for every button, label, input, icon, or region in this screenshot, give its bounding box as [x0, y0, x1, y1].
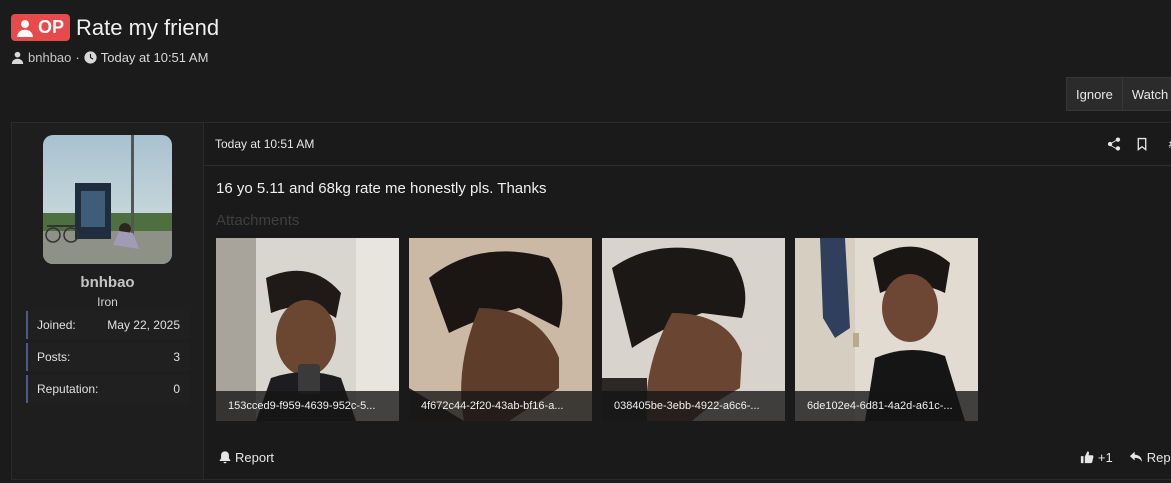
author-stats: Joined: May 22, 2025 Posts: 3 Reputation… — [26, 311, 190, 407]
post: bnhbao Iron Joined: May 22, 2025 Posts: … — [11, 122, 1171, 480]
user-icon — [11, 51, 24, 64]
post-footer: Report +1 Reply — [204, 445, 1171, 469]
post-date[interactable]: Today at 10:51 AM — [215, 137, 314, 151]
bookmark-icon[interactable] — [1135, 137, 1149, 151]
reply-button[interactable]: Reply — [1129, 450, 1171, 465]
stat-label: Posts: — [37, 350, 71, 364]
attachment-filename: 4f672c44-2f20-43ab-bf16-a... — [409, 391, 592, 421]
clock-icon — [84, 51, 97, 64]
reply-label: Reply — [1146, 449, 1171, 465]
stat-joined: Joined: May 22, 2025 — [26, 311, 190, 339]
attachments-label: Attachments — [216, 212, 300, 229]
like-count: +1 — [1097, 449, 1113, 465]
reply-icon — [1129, 451, 1142, 462]
post-main: Today at 10:51 AM #1 16 yo 5.11 and 68kg… — [203, 123, 1171, 479]
report-button[interactable]: Report — [218, 450, 274, 465]
attachment-thumb[interactable]: 153cced9-f959-4639-952c-5... — [216, 238, 399, 421]
attachments: 153cced9-f959-4639-952c-5... 4f672c44-2f… — [216, 238, 978, 421]
avatar[interactable] — [43, 135, 172, 264]
stat-reputation: Reputation: 0 — [26, 375, 190, 403]
avatar-image — [43, 135, 172, 264]
post-tools: #1 — [1107, 137, 1171, 151]
attachment-filename: 038405be-3ebb-4922-a6c6-... — [602, 391, 785, 421]
title-row: OP Rate my friend — [11, 14, 219, 41]
share-icon[interactable] — [1107, 137, 1121, 151]
attachment-thumb[interactable]: 4f672c44-2f20-43ab-bf16-a... — [409, 238, 592, 421]
footer-actions: +1 Reply — [1080, 450, 1171, 465]
thread-header: OP Rate my friend bnhbao · Today at 10:5… — [11, 14, 219, 65]
attachment-filename: 153cced9-f959-4639-952c-5... — [216, 391, 399, 421]
attachment-thumb[interactable]: 038405be-3ebb-4922-a6c6-... — [602, 238, 785, 421]
thread-title: Rate my friend — [76, 14, 220, 40]
stat-value: May 22, 2025 — [107, 318, 180, 332]
stat-label: Reputation: — [37, 382, 99, 396]
thread-author-link[interactable]: bnhbao — [28, 50, 71, 65]
post-header: Today at 10:51 AM #1 — [204, 123, 1171, 166]
attachment-thumb[interactable]: 6de102e4-6d81-4a2d-a61c-... — [795, 238, 978, 421]
ignore-button[interactable]: Ignore — [1066, 77, 1123, 111]
thumbs-up-icon — [1080, 451, 1094, 464]
thread-time[interactable]: Today at 10:51 AM — [101, 50, 209, 65]
thread-meta: bnhbao · Today at 10:51 AM — [11, 50, 219, 65]
thread-actions: Ignore Watch — [1066, 77, 1171, 111]
stat-label: Joined: — [37, 318, 76, 332]
stat-posts: Posts: 3 — [26, 343, 190, 371]
stat-value: 3 — [173, 350, 180, 364]
report-label: Report — [235, 449, 275, 465]
stat-value: 0 — [173, 382, 180, 396]
watch-button[interactable]: Watch — [1122, 77, 1171, 111]
bell-icon — [219, 451, 231, 464]
author-rank: Iron — [97, 295, 118, 309]
author-name[interactable]: bnhbao — [12, 274, 203, 291]
post-body: 16 yo 5.11 and 68kg rate me honestly pls… — [216, 180, 547, 197]
op-badge: OP — [11, 14, 71, 41]
author-panel: bnhbao Iron Joined: May 22, 2025 Posts: … — [12, 123, 203, 479]
op-badge-label: OP — [38, 17, 65, 37]
attachment-filename: 6de102e4-6d81-4a2d-a61c-... — [795, 391, 978, 421]
meta-separator: · — [75, 50, 80, 65]
like-button[interactable]: +1 — [1080, 450, 1113, 465]
user-icon — [17, 19, 33, 37]
